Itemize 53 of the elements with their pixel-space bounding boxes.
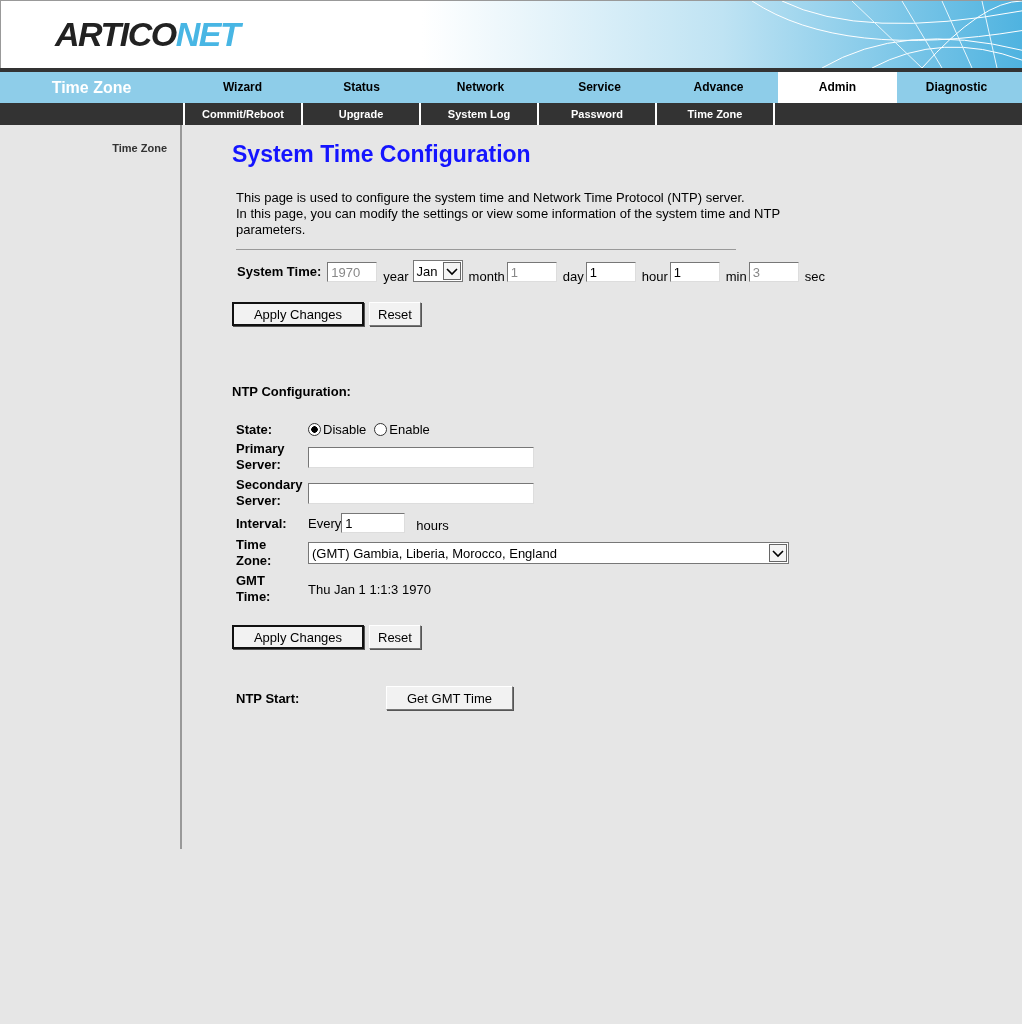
radio-label: Enable: [389, 422, 430, 437]
field-label: System Time:: [237, 263, 322, 281]
subnav-tab[interactable]: System Log: [419, 103, 537, 125]
radio-button[interactable]: [374, 423, 388, 436]
description-text: In this page, you can modify the settings or view some information of the system time and NTP parameters.: [236, 206, 781, 238]
primary-server-input[interactable]: [308, 446, 534, 468]
time-input[interactable]: 1: [669, 262, 720, 282]
time-input[interactable]: 1: [585, 262, 636, 282]
section-heading: NTP Configuration:: [232, 384, 352, 401]
interval-input[interactable]: 1: [341, 513, 406, 533]
nav-tab[interactable]: Admin: [778, 72, 897, 103]
nav-tab[interactable]: Network: [421, 72, 540, 103]
nav-tab[interactable]: Wizard: [183, 72, 302, 103]
field-label: State:: [236, 422, 274, 437]
field-label: Secondary Server:: [236, 477, 304, 509]
month-select[interactable]: Jan: [412, 260, 463, 282]
subnav-tab[interactable]: Commit/Reboot: [183, 103, 301, 125]
section-title: Time Zone: [50, 78, 133, 98]
dropdown-icon: [769, 544, 787, 562]
field-label: Interval:: [236, 515, 288, 531]
unit-label: day: [562, 269, 584, 285]
time-zone-select[interactable]: (GMT) Gambia, Liberia, Morocco, England: [308, 542, 789, 564]
unit-label: month: [468, 269, 505, 285]
unit-label: min: [725, 269, 747, 285]
nav-tab[interactable]: Service: [540, 72, 659, 103]
unit-label: year: [383, 269, 409, 285]
nav-tab[interactable]: Status: [302, 72, 421, 103]
radio-label: Disable: [323, 422, 367, 437]
secondary-server-input[interactable]: [308, 482, 534, 504]
field-label: NTP Start:: [236, 690, 301, 706]
field-label: Time Zone:: [236, 537, 273, 569]
subnav-tab[interactable]: Upgrade: [301, 103, 419, 125]
description-text: This page is used to configure the system time and Network Time Protocol (NTP) server.: [236, 190, 746, 206]
get-gmt-time-button[interactable]: Get GMT Time: [386, 686, 513, 710]
nav-tab[interactable]: Diagnostic: [897, 72, 1016, 103]
nav-tab[interactable]: Advance: [659, 72, 778, 103]
page-title: System Time Configuration: [232, 141, 532, 168]
radio-button[interactable]: [308, 423, 321, 436]
dropdown-icon: [442, 262, 461, 280]
field-label: Primary Server:: [236, 441, 286, 473]
interval-unit: hours: [416, 518, 449, 534]
field-label: GMT Time:: [236, 573, 272, 605]
subnav-tab[interactable]: Time Zone: [655, 103, 775, 125]
unit-label: sec: [804, 269, 825, 285]
form-button[interactable]: Reset: [369, 302, 421, 326]
form-button[interactable]: Apply Changes: [232, 302, 364, 326]
subnav-tab[interactable]: Password: [537, 103, 655, 125]
form-button[interactable]: Reset: [369, 625, 421, 649]
interval-prefix: Every: [308, 515, 342, 531]
form-button[interactable]: Apply Changes: [232, 625, 364, 649]
gmt-time-value: Thu Jan 1 1:1:3 1970: [308, 581, 431, 597]
sidebar-item[interactable]: Time Zone: [0, 142, 180, 154]
unit-label: hour: [641, 269, 668, 285]
